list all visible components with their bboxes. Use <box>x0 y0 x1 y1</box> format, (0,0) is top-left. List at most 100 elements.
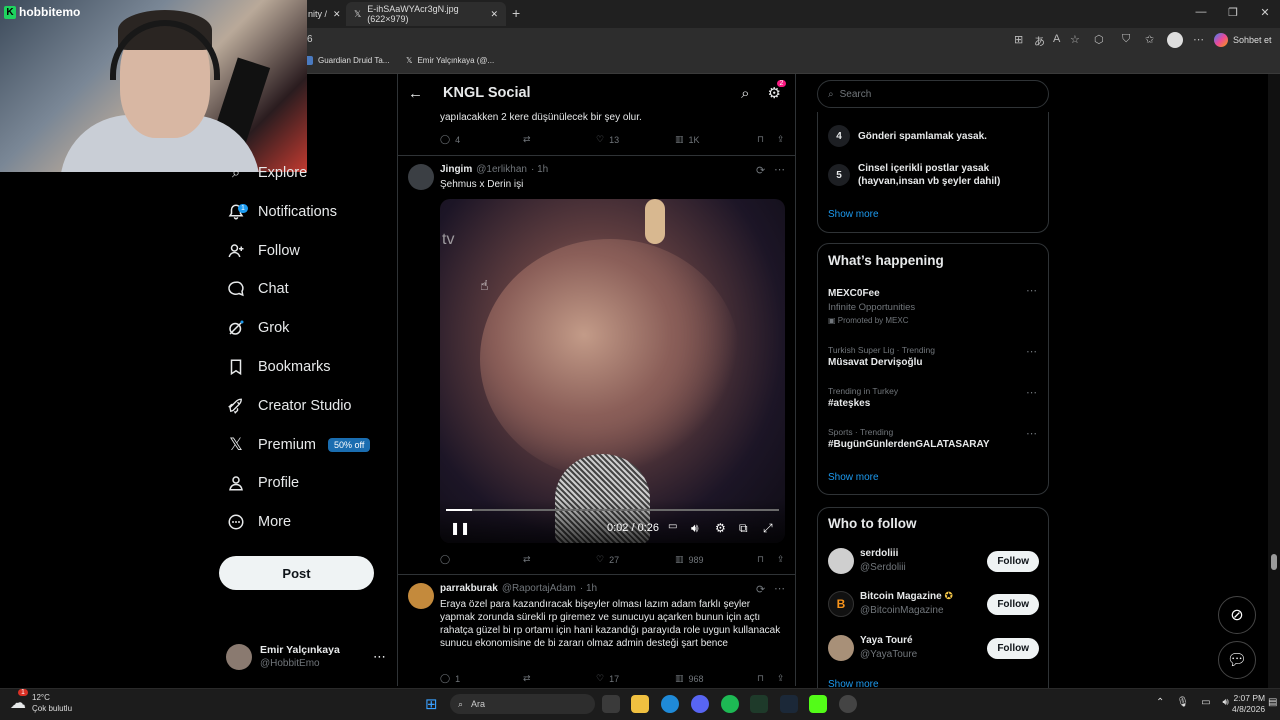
extensions-icon[interactable]: ⬡ <box>1094 33 1104 46</box>
chevron-up-icon[interactable]: ⌃ <box>1156 697 1164 708</box>
repost-button[interactable]: ⇄ <box>523 134 596 145</box>
follow-button[interactable]: Follow <box>987 637 1039 659</box>
nav-bookmarks[interactable]: Bookmarks <box>226 352 331 382</box>
views-button[interactable]: ▥ 989 <box>675 554 757 565</box>
notification-center-icon[interactable]: ▤ <box>1268 697 1277 708</box>
more-dots-icon[interactable]: ⋯ <box>774 582 785 595</box>
settings-more-icon[interactable]: ⋯ <box>1193 33 1204 46</box>
favorite-item-emir[interactable]: 𝕏 Emir Yalçınkaya (@... <box>406 56 494 65</box>
repost-button[interactable]: ⇄ <box>523 673 596 684</box>
reply-button[interactable]: ◯ 1 <box>440 673 523 684</box>
avatar[interactable] <box>408 164 434 190</box>
post-time[interactable]: · 1h <box>531 164 548 175</box>
views-button[interactable]: ▥ 968 <box>675 673 757 684</box>
kick-icon[interactable] <box>809 695 827 713</box>
picture-in-picture-icon[interactable]: ⧉ <box>739 521 748 536</box>
author-name[interactable]: Jingim <box>440 164 472 175</box>
nav-premium[interactable]: 𝕏 Premium 50% off <box>226 430 371 460</box>
task-view-icon[interactable] <box>602 695 620 713</box>
share-button[interactable]: ⇪ <box>777 554 785 565</box>
fullscreen-icon[interactable]: ⤢ <box>763 521 773 536</box>
edge-icon[interactable] <box>661 695 679 713</box>
account-switcher[interactable]: Emir Yalçınkaya @HobbitEmo ⋯ <box>226 640 386 674</box>
grok-icon[interactable]: ⟳ <box>756 583 765 596</box>
like-button[interactable]: ♡ 17 <box>596 673 675 684</box>
follow-suggestion[interactable]: serdoliii @Serdoliii Follow <box>828 547 1039 575</box>
share-button[interactable]: ⇪ <box>777 673 785 684</box>
views-button[interactable]: ▥ 1K <box>675 134 757 145</box>
steam-icon[interactable] <box>780 695 798 713</box>
windows-start-icon[interactable]: ⊞ <box>425 695 438 713</box>
copilot-button[interactable]: Sohbet et <box>1214 33 1272 47</box>
author-name[interactable]: parrakburak <box>440 583 498 594</box>
like-button[interactable]: ♡ 27 <box>596 554 675 565</box>
author-handle[interactable]: @1erlikhan <box>476 164 527 175</box>
favorite-star-icon[interactable]: ☆ <box>1070 33 1080 46</box>
nav-more[interactable]: More <box>226 507 291 537</box>
more-dots-icon[interactable]: ⋯ <box>1026 386 1037 399</box>
nav-profile[interactable]: Profile <box>226 468 299 498</box>
show-more-link[interactable]: Show more <box>828 679 879 687</box>
avatar[interactable] <box>408 583 434 609</box>
show-more-link[interactable]: Show more <box>828 472 879 483</box>
trend-item[interactable]: Turkish Super Lig · Trending Müsavat Der… <box>828 345 1038 368</box>
spotify-icon[interactable] <box>721 695 739 713</box>
shield-icon[interactable]: ⛉ <box>1122 33 1130 46</box>
nav-follow[interactable]: Follow <box>226 236 300 266</box>
more-dots-icon[interactable]: ⋯ <box>1026 284 1037 297</box>
terminal-icon[interactable] <box>750 695 768 713</box>
grok-fab-button[interactable]: ⊘ <box>1218 596 1256 634</box>
settings-gear-icon[interactable]: ⚙ 2 <box>768 80 787 102</box>
new-tab-icon[interactable]: + <box>512 5 520 21</box>
profile-avatar[interactable] <box>1167 32 1183 48</box>
favorite-item-guardian[interactable]: Guardian Druid Ta... <box>304 56 389 65</box>
post-button[interactable]: Post <box>219 556 374 590</box>
more-dots-icon[interactable]: ⋯ <box>774 163 785 176</box>
translate-icon[interactable]: あ <box>1034 33 1045 49</box>
read-aloud-icon[interactable]: A <box>1053 33 1060 45</box>
trend-item[interactable]: Trending in Turkey #ateşkes ⋯ <box>828 386 1038 409</box>
repost-button[interactable]: ⇄ <box>523 554 596 565</box>
settings-gear-icon[interactable]: ⚙ <box>715 521 726 535</box>
minimize-icon[interactable]: — <box>1192 6 1210 18</box>
close-icon[interactable]: ✕ <box>333 9 341 20</box>
restore-icon[interactable]: ❐ <box>1224 6 1242 19</box>
captions-icon[interactable]: ▭ <box>668 521 677 532</box>
trend-item[interactable]: Sports · Trending #BugünGünlerdenGALATAS… <box>828 427 1038 450</box>
reader-icon[interactable]: ⊞ <box>1014 33 1023 46</box>
reply-button[interactable]: ◯ 4 <box>440 134 523 145</box>
follow-button[interactable]: Follow <box>987 550 1039 572</box>
follow-suggestion[interactable]: B Bitcoin Magazine ✪ @BitcoinMagazine Fo… <box>828 590 1039 618</box>
microphone-icon[interactable]: 🎙︎ <box>1176 697 1189 708</box>
more-dots-icon[interactable]: ⋯ <box>373 649 386 665</box>
tab-image[interactable]: 𝕏 E-ihSAaWYAcr3gN.jpg (622×979) ✕ <box>346 2 506 26</box>
clock[interactable]: 2:07 PM 4/8/2026 <box>1232 693 1265 715</box>
file-explorer-icon[interactable] <box>631 695 649 713</box>
grok-icon[interactable]: ⟳ <box>756 164 765 177</box>
address-text[interactable]: 6 <box>307 34 313 45</box>
author-handle[interactable]: @RaportajAdam <box>502 583 576 594</box>
tab-community[interactable]: nity / ✕ <box>300 2 349 26</box>
close-window-icon[interactable]: ✕ <box>1256 6 1274 19</box>
follow-suggestion[interactable]: Yaya Touré @YayaToure Follow <box>828 634 1039 662</box>
scrollbar-thumb[interactable] <box>1271 554 1277 570</box>
page-scrollbar[interactable] <box>1268 74 1280 688</box>
nav-explore[interactable]: ⌕ Explore <box>226 158 307 188</box>
reply-button[interactable]: ◯ <box>440 554 523 565</box>
more-dots-icon[interactable]: ⋯ <box>1026 427 1037 440</box>
post-time[interactable]: · 1h <box>580 583 597 594</box>
nav-creator-studio[interactable]: Creator Studio <box>226 391 352 421</box>
trend-item[interactable]: MEXC0Fee Infinite Opportunities ▣ Promot… <box>828 284 1038 325</box>
bookmark-button[interactable]: ⊓ <box>757 673 777 684</box>
volume-icon[interactable]: 🔊︎ <box>691 521 699 536</box>
weather-widget[interactable]: ☁ 1 12°C Çok bulutlu <box>10 689 72 714</box>
follow-button[interactable]: Follow <box>987 593 1039 615</box>
search-input[interactable]: ⌕ Search <box>817 80 1049 108</box>
nav-chat[interactable]: Chat <box>226 274 289 304</box>
nav-grok[interactable]: Grok <box>226 313 289 343</box>
obs-icon[interactable] <box>839 695 857 713</box>
more-dots-icon[interactable]: ⋯ <box>1026 345 1037 358</box>
video-player[interactable]: tv ❚❚ 0:02 / 0:26 ▭ 🔊︎ ⚙ ⧉ ⤢ <box>440 199 785 543</box>
favorites-icon[interactable]: ✩ <box>1145 33 1154 46</box>
nav-notifications[interactable]: 1 Notifications <box>226 197 337 227</box>
